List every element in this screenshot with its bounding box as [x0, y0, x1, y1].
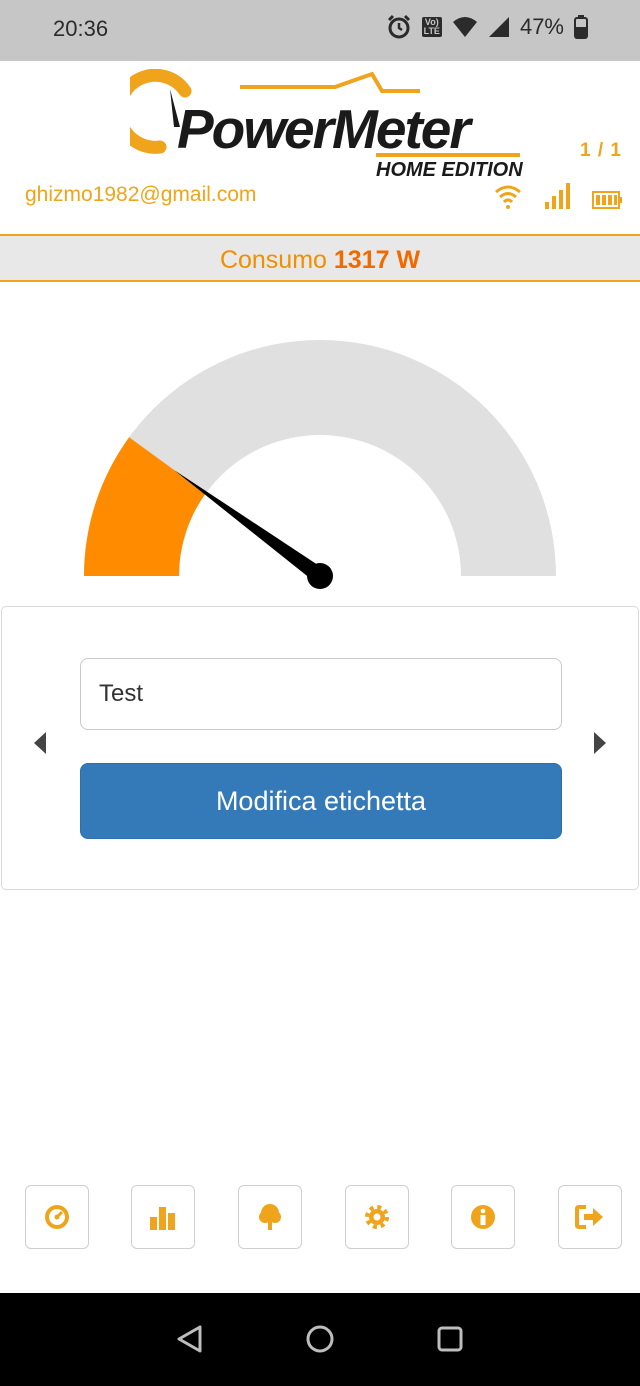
- nav-chart-button[interactable]: [131, 1185, 195, 1249]
- connection-status: [494, 183, 622, 209]
- consumption-label: Consumo: [219, 246, 327, 274]
- battery-status-icon: [574, 15, 588, 39]
- wifi-icon: [495, 185, 521, 209]
- recents-icon[interactable]: [437, 1326, 463, 1352]
- battery-percent: 47%: [519, 14, 564, 39]
- home-icon[interactable]: [306, 1325, 334, 1353]
- power-gauge: [84, 340, 556, 589]
- status-bar: 20:36 Vo) LTE 47%: [0, 0, 640, 61]
- logout-icon: [575, 1205, 603, 1229]
- next-meter-arrow[interactable]: [594, 732, 606, 754]
- label-input[interactable]: [80, 658, 562, 730]
- logo-wordmark: PowerMeter: [177, 98, 471, 160]
- system-nav-bar: [0, 1293, 640, 1386]
- battery-icon: [592, 191, 622, 209]
- bottom-nav: [0, 1185, 640, 1249]
- status-time: 20:36: [53, 16, 109, 41]
- page-indicator: 1 / 1: [580, 140, 622, 161]
- edit-label-button[interactable]: Modifica etichetta: [80, 763, 562, 839]
- logo-edition: HOME EDITION: [376, 159, 523, 181]
- meter-label-card: Modifica etichetta: [1, 606, 639, 890]
- gear-icon: [365, 1205, 389, 1229]
- cell-signal-icon: [488, 17, 509, 37]
- gauge-needle: [174, 470, 325, 583]
- tree-icon: [259, 1204, 281, 1230]
- consumption-value: 1317 W: [333, 246, 421, 274]
- wifi-status-icon: [452, 17, 477, 37]
- nav-info-button[interactable]: [451, 1185, 515, 1249]
- alarm-icon: [387, 14, 410, 39]
- gauge-needle-cap: [307, 563, 333, 589]
- info-icon: [471, 1205, 495, 1229]
- back-icon[interactable]: [177, 1325, 202, 1353]
- nav-gauge-button[interactable]: [25, 1185, 89, 1249]
- bar-chart-icon: [150, 1207, 175, 1230]
- previous-meter-arrow[interactable]: [34, 732, 46, 754]
- app-logo: PowerMeter HOME EDITION: [130, 69, 530, 184]
- gauge-icon: [45, 1205, 69, 1229]
- status-icons: Vo) LTE 47%: [386, 14, 588, 40]
- user-email: ghizmo1982@gmail.com: [25, 183, 257, 206]
- nav-logout-button[interactable]: [558, 1185, 622, 1249]
- app-header: PowerMeter HOME EDITION 1 / 1 ghizmo1982…: [0, 61, 640, 236]
- volte-icon: Vo) LTE: [421, 17, 442, 37]
- nav-settings-button[interactable]: [345, 1185, 409, 1249]
- consumption-bar: Consumo 1317 W: [0, 236, 640, 282]
- signal-icon: [545, 183, 570, 209]
- nav-tree-button[interactable]: [238, 1185, 302, 1249]
